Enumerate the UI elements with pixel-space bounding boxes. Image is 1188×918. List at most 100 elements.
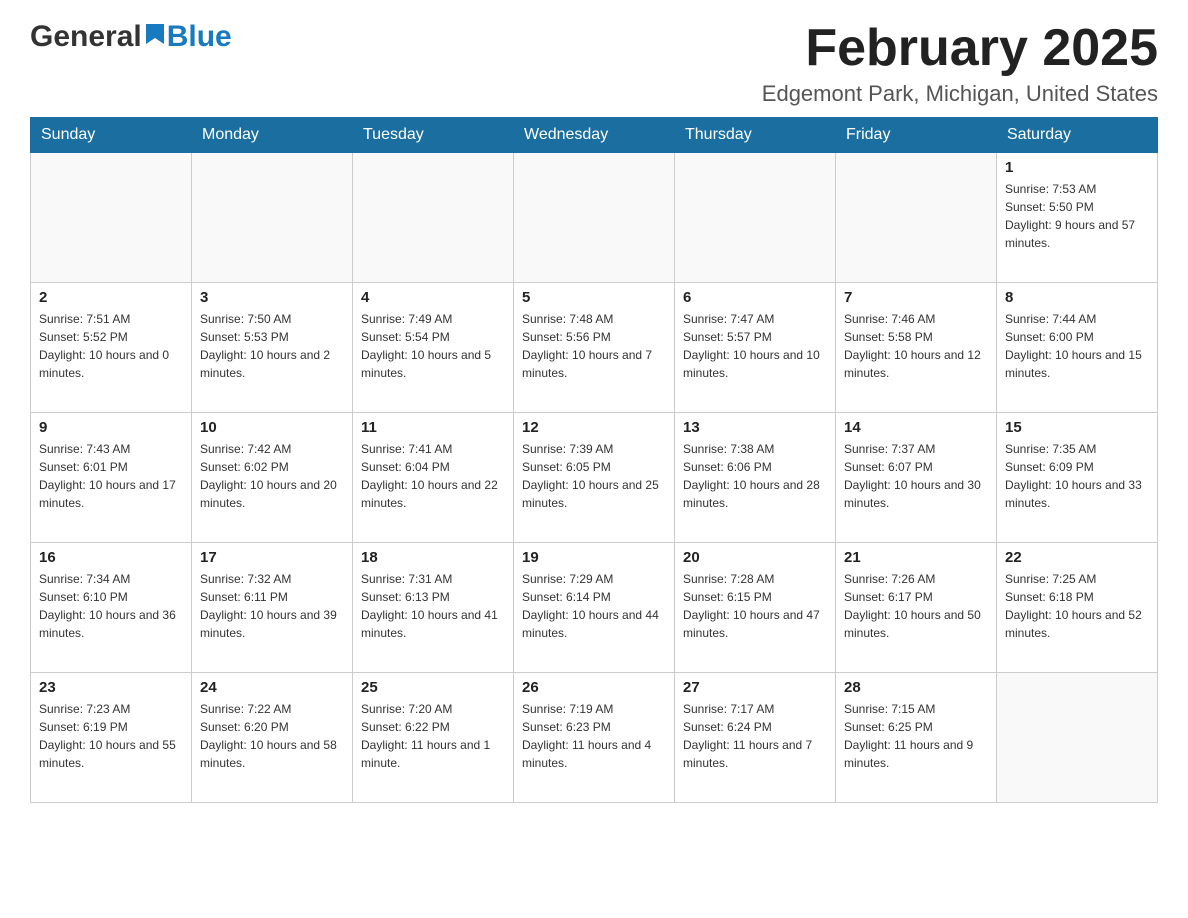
calendar-cell: 12Sunrise: 7:39 AMSunset: 6:05 PMDayligh…	[514, 413, 675, 543]
calendar-cell: 25 Sunrise: 7:20 AMSunset: 6:22 PMDayligh…	[353, 673, 514, 803]
calendar-cell: 23 Sunrise: 7:23 AMSunset: 6:19 PMDayligh…	[31, 673, 192, 803]
day-info: Sunrise: 7:20 AMSunset: 6:22 PMDaylight:…	[361, 700, 505, 772]
day-info: Sunrise: 7:49 AMSunset: 5:54 PMDaylight:…	[361, 310, 505, 382]
week-row-3: 9 Sunrise: 7:43 AMSunset: 6:01 PMDaylight…	[31, 413, 1158, 543]
calendar-cell: 13 Sunrise: 7:38 AMSunset: 6:06 PMDayligh…	[675, 413, 836, 543]
day-info: Sunrise: 7:34 AMSunset: 6:10 PMDaylight:…	[39, 570, 183, 642]
calendar-cell: 24Sunrise: 7:22 AMSunset: 6:20 PMDayligh…	[192, 673, 353, 803]
weekday-header-tuesday: Tuesday	[353, 118, 514, 153]
day-info: Sunrise: 7:26 AMSunset: 6:17 PMDaylight:…	[844, 570, 988, 642]
weekday-header-sunday: Sunday	[31, 118, 192, 153]
calendar-cell	[31, 153, 192, 283]
day-number: 14	[844, 419, 988, 436]
calendar-cell: 28 Sunrise: 7:15 AMSunset: 6:25 PMDayligh…	[836, 673, 997, 803]
logo-wordmark: General Blue	[30, 20, 232, 54]
day-number: 15	[1005, 419, 1149, 436]
day-number: 1	[1005, 159, 1149, 176]
calendar-cell	[836, 153, 997, 283]
day-info: Sunrise: 7:38 AMSunset: 6:06 PMDaylight:…	[683, 440, 827, 512]
day-info: Sunrise: 7:17 AMSunset: 6:24 PMDaylight:…	[683, 700, 827, 772]
day-number: 7	[844, 289, 988, 306]
day-number: 4	[361, 289, 505, 306]
day-info: Sunrise: 7:25 AMSunset: 6:18 PMDaylight:…	[1005, 570, 1149, 642]
day-number: 23	[39, 679, 183, 696]
day-info: Sunrise: 7:42 AMSunset: 6:02 PMDaylight:…	[200, 440, 344, 512]
calendar-cell: 27 Sunrise: 7:17 AMSunset: 6:24 PMDayligh…	[675, 673, 836, 803]
logo: General Blue	[30, 20, 232, 54]
day-number: 27	[683, 679, 827, 696]
day-number: 13	[683, 419, 827, 436]
day-number: 22	[1005, 549, 1149, 566]
calendar-cell: 15 Sunrise: 7:35 AMSunset: 6:09 PMDayligh…	[997, 413, 1158, 543]
calendar-cell: 16 Sunrise: 7:34 AMSunset: 6:10 PMDayligh…	[31, 543, 192, 673]
calendar-cell: 10 Sunrise: 7:42 AMSunset: 6:02 PMDayligh…	[192, 413, 353, 543]
calendar-cell: 11Sunrise: 7:41 AMSunset: 6:04 PMDayligh…	[353, 413, 514, 543]
day-info: Sunrise: 7:23 AMSunset: 6:19 PMDaylight:…	[39, 700, 183, 772]
day-info: Sunrise: 7:22 AMSunset: 6:20 PMDaylight:…	[200, 700, 344, 772]
day-info: Sunrise: 7:53 AMSunset: 5:50 PMDaylight:…	[1005, 180, 1149, 252]
day-info: Sunrise: 7:43 AMSunset: 6:01 PMDaylight:…	[39, 440, 183, 512]
day-number: 26	[522, 679, 666, 696]
location-title: Edgemont Park, Michigan, United States	[762, 81, 1158, 107]
calendar-table: SundayMondayTuesdayWednesdayThursdayFrid…	[30, 117, 1158, 803]
month-title: February 2025	[762, 20, 1158, 77]
day-info: Sunrise: 7:51 AMSunset: 5:52 PMDaylight:…	[39, 310, 183, 382]
day-number: 25	[361, 679, 505, 696]
weekday-header-wednesday: Wednesday	[514, 118, 675, 153]
day-number: 18	[361, 549, 505, 566]
calendar-cell: 22 Sunrise: 7:25 AMSunset: 6:18 PMDayligh…	[997, 543, 1158, 673]
day-number: 12	[522, 419, 666, 436]
calendar-cell	[353, 153, 514, 283]
calendar-cell	[675, 153, 836, 283]
calendar-cell: 1 Sunrise: 7:53 AMSunset: 5:50 PMDaylight…	[997, 153, 1158, 283]
calendar-cell: 5 Sunrise: 7:48 AMSunset: 5:56 PMDaylight…	[514, 283, 675, 413]
day-info: Sunrise: 7:47 AMSunset: 5:57 PMDaylight:…	[683, 310, 827, 382]
page-header: General Blue February 2025 Edgemont Park…	[30, 20, 1158, 107]
day-number: 3	[200, 289, 344, 306]
calendar-cell	[514, 153, 675, 283]
day-number: 9	[39, 419, 183, 436]
week-row-1: 1 Sunrise: 7:53 AMSunset: 5:50 PMDaylight…	[31, 153, 1158, 283]
calendar-cell: 6 Sunrise: 7:47 AMSunset: 5:57 PMDaylight…	[675, 283, 836, 413]
day-number: 6	[683, 289, 827, 306]
day-number: 5	[522, 289, 666, 306]
calendar-cell: 17Sunrise: 7:32 AMSunset: 6:11 PMDayligh…	[192, 543, 353, 673]
week-row-4: 16 Sunrise: 7:34 AMSunset: 6:10 PMDayligh…	[31, 543, 1158, 673]
logo-flag-icon	[144, 24, 166, 50]
day-number: 28	[844, 679, 988, 696]
calendar-cell: 26 Sunrise: 7:19 AMSunset: 6:23 PMDayligh…	[514, 673, 675, 803]
weekday-header-friday: Friday	[836, 118, 997, 153]
day-info: Sunrise: 7:32 AMSunset: 6:11 PMDaylight:…	[200, 570, 344, 642]
day-info: Sunrise: 7:31 AMSunset: 6:13 PMDaylight:…	[361, 570, 505, 642]
day-number: 10	[200, 419, 344, 436]
day-number: 20	[683, 549, 827, 566]
day-number: 16	[39, 549, 183, 566]
day-info: Sunrise: 7:19 AMSunset: 6:23 PMDaylight:…	[522, 700, 666, 772]
calendar-cell: 2Sunrise: 7:51 AMSunset: 5:52 PMDaylight…	[31, 283, 192, 413]
calendar-cell: 14 Sunrise: 7:37 AMSunset: 6:07 PMDayligh…	[836, 413, 997, 543]
calendar-cell: 19 Sunrise: 7:29 AMSunset: 6:14 PMDayligh…	[514, 543, 675, 673]
weekday-header-saturday: Saturday	[997, 118, 1158, 153]
calendar-cell	[192, 153, 353, 283]
logo-blue-text: Blue	[167, 20, 232, 54]
calendar-cell: 20 Sunrise: 7:28 AMSunset: 6:15 PMDayligh…	[675, 543, 836, 673]
calendar-cell: 9 Sunrise: 7:43 AMSunset: 6:01 PMDaylight…	[31, 413, 192, 543]
day-number: 19	[522, 549, 666, 566]
day-info: Sunrise: 7:28 AMSunset: 6:15 PMDaylight:…	[683, 570, 827, 642]
weekday-header-monday: Monday	[192, 118, 353, 153]
calendar-cell: 4 Sunrise: 7:49 AMSunset: 5:54 PMDaylight…	[353, 283, 514, 413]
logo-general-text: General	[30, 20, 142, 54]
day-number: 11	[361, 419, 505, 436]
calendar-cell: 21 Sunrise: 7:26 AMSunset: 6:17 PMDayligh…	[836, 543, 997, 673]
calendar-cell: 8Sunrise: 7:44 AMSunset: 6:00 PMDaylight…	[997, 283, 1158, 413]
day-info: Sunrise: 7:46 AMSunset: 5:58 PMDaylight:…	[844, 310, 988, 382]
day-number: 21	[844, 549, 988, 566]
weekday-header-row: SundayMondayTuesdayWednesdayThursdayFrid…	[31, 118, 1158, 153]
day-info: Sunrise: 7:35 AMSunset: 6:09 PMDaylight:…	[1005, 440, 1149, 512]
day-info: Sunrise: 7:50 AMSunset: 5:53 PMDaylight:…	[200, 310, 344, 382]
calendar-cell	[997, 673, 1158, 803]
day-info: Sunrise: 7:15 AMSunset: 6:25 PMDaylight:…	[844, 700, 988, 772]
day-info: Sunrise: 7:37 AMSunset: 6:07 PMDaylight:…	[844, 440, 988, 512]
day-info: Sunrise: 7:48 AMSunset: 5:56 PMDaylight:…	[522, 310, 666, 382]
day-info: Sunrise: 7:29 AMSunset: 6:14 PMDaylight:…	[522, 570, 666, 642]
